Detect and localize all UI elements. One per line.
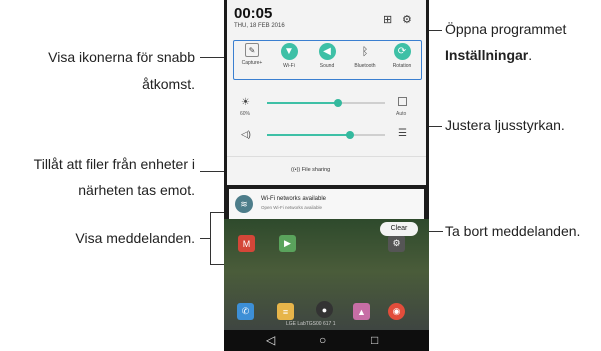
quick-settings-panel: 00:05 THU, 18 FEB 2016 ⊞ ⚙ ✎ Capture+ ▼ … — [227, 0, 426, 185]
messages-app-icon[interactable]: ≡ — [277, 303, 294, 320]
callout-brightness: Justera ljusstyrkan. — [445, 117, 565, 133]
back-icon[interactable]: ◁ — [266, 333, 275, 347]
callout-quick-icons-leader — [200, 57, 226, 58]
edit-quick-settings-icon[interactable]: ⊞ — [383, 13, 392, 26]
carrier-label: LGE LabTGS00 617 1 — [286, 321, 336, 327]
callout-notifications-leader — [200, 238, 210, 239]
sound-icon: ◀ — [318, 43, 336, 60]
callout-clear: Ta bort meddelanden. — [445, 223, 581, 239]
callout-file-sharing-line1: Tillåt att filer från enheter i — [33, 156, 195, 172]
qs-sound-label: Sound — [319, 63, 335, 69]
bluetooth-icon: ᛒ — [361, 45, 369, 58]
qs-bluetooth-label: Bluetooth — [354, 63, 376, 69]
callout-quick-icons-line2: åtkomst. — [142, 76, 195, 92]
brightness-slider-knob[interactable] — [334, 99, 342, 107]
callout-quick-icons-line1: Visa ikonerna för snabb — [48, 49, 195, 65]
callout-settings-line2: Inställningar. — [445, 45, 532, 65]
qs-wifi[interactable]: ▼ Wi-Fi — [271, 43, 307, 69]
qs-bluetooth[interactable]: ᛒ Bluetooth — [347, 43, 383, 70]
callout-settings-line1: Öppna programmet — [445, 21, 567, 37]
phone-screen: M ▶ ⚙ ✆ ≡ ● ▲ ◉ LGE LabTGS00 617 1 00:05… — [224, 0, 429, 351]
qs-rotation-label: Rotation — [392, 63, 412, 69]
callout-settings-suffix: . — [528, 47, 533, 63]
callout-file-sharing-line2: närheten tas emot. — [78, 182, 195, 198]
volume-icon: ◁) — [241, 129, 251, 139]
recents-icon[interactable]: □ — [371, 333, 378, 347]
callout-notifications-vline — [210, 212, 211, 264]
volume-slider-knob[interactable] — [346, 131, 354, 139]
camera-app-icon[interactable]: ● — [316, 301, 333, 318]
navigation-bar: ◁ ○ □ — [224, 330, 429, 351]
auto-brightness-checkbox[interactable] — [398, 97, 407, 106]
settings-gear-icon[interactable]: ⚙ — [402, 13, 412, 26]
qs-capture-label: Capture+ — [241, 60, 263, 66]
status-date: THU, 18 FEB 2016 — [234, 23, 285, 29]
quick-settings-row: ✎ Capture+ ▼ Wi-Fi ◀ Sound ᛒ Bluetooth ⟳… — [233, 40, 422, 80]
brightness-percent: 60% — [240, 111, 251, 117]
wifi-notification[interactable]: ≋ Wi-Fi networks available Open Wi-Fi ne… — [229, 189, 424, 219]
qs-rotation[interactable]: ⟳ Rotation — [384, 43, 420, 69]
qs-capture[interactable]: ✎ Capture+ — [234, 43, 270, 66]
qs-wifi-label: Wi-Fi — [283, 63, 295, 69]
phone-app-icon[interactable]: ✆ — [237, 303, 254, 320]
gallery-app-icon[interactable]: ▲ — [353, 303, 370, 320]
panel-divider — [227, 156, 426, 157]
status-time: 00:05 — [234, 5, 273, 22]
rotation-icon: ⟳ — [393, 43, 411, 60]
callout-settings-bold: Inställningar — [445, 47, 529, 63]
qs-sound[interactable]: ◀ Sound — [309, 43, 345, 69]
playstore-app-icon[interactable]: ▶ — [279, 235, 296, 252]
file-sharing-icon: ((•)) — [291, 167, 301, 173]
brightness-fill — [267, 102, 338, 104]
auto-brightness-label: Auto — [396, 111, 407, 117]
file-sharing-label: File sharing — [301, 167, 331, 173]
gmail-app-icon[interactable]: M — [238, 235, 255, 252]
wifi-notification-icon: ≋ — [235, 195, 253, 213]
brightness-sun-icon: ☀ — [241, 97, 250, 108]
wifi-icon: ▼ — [280, 43, 298, 60]
settings-app-icon[interactable]: ⚙ — [388, 235, 405, 252]
file-sharing-toggle[interactable]: ((•)) File sharing — [291, 167, 330, 173]
clear-notifications-button[interactable]: Clear — [380, 222, 418, 236]
callout-notifications: Visa meddelanden. — [75, 230, 195, 246]
chrome-app-icon[interactable]: ◉ — [388, 303, 405, 320]
volume-settings-icon[interactable]: ☰ — [398, 128, 407, 139]
capture-icon: ✎ — [245, 43, 259, 57]
notification-subtitle: Open Wi-Fi networks available — [261, 205, 323, 210]
home-icon[interactable]: ○ — [319, 333, 326, 347]
volume-fill — [267, 134, 350, 136]
notification-title: Wi-Fi networks available — [261, 196, 327, 202]
